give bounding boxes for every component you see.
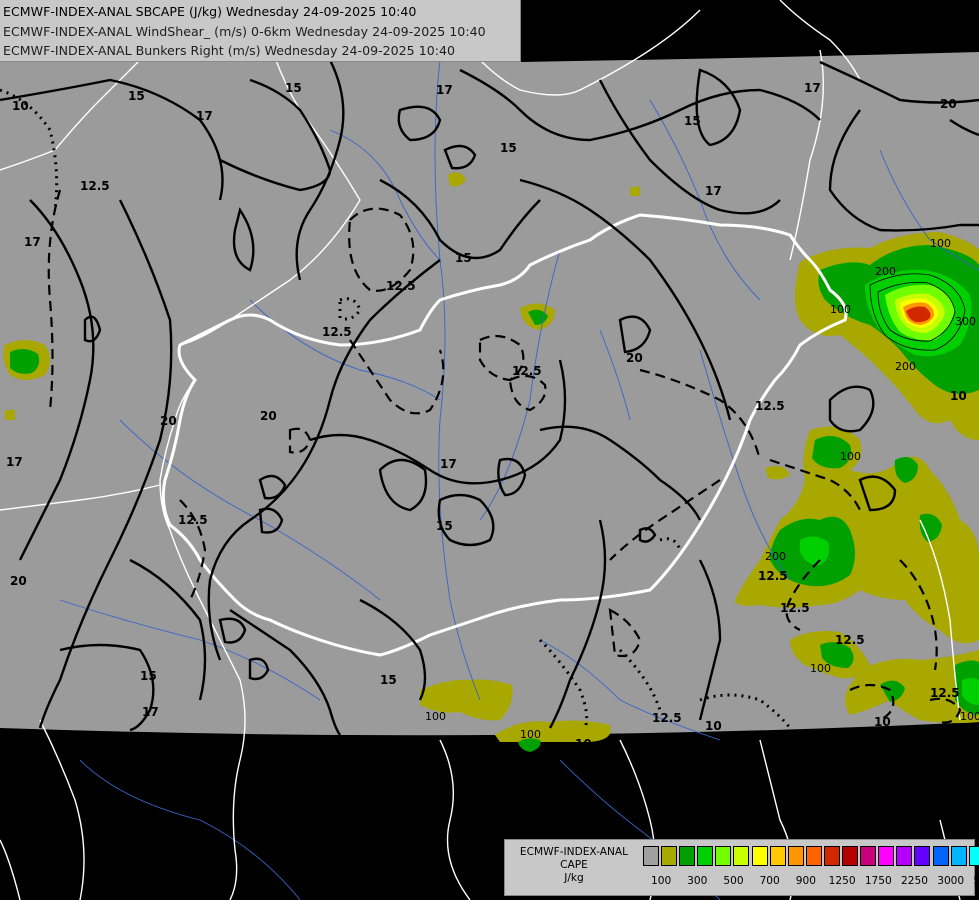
shear-label: 12.5 <box>80 179 110 193</box>
weather-map[interactable]: 10 15 17 20 17 12.5 17 20 15 17 15 12.5 … <box>0 0 979 900</box>
shear-label: 20 <box>626 351 643 365</box>
cape-label: 200 <box>875 265 896 278</box>
cape-label: 100 <box>810 662 831 675</box>
shear-label: 15 <box>684 114 701 128</box>
legend-swatch <box>643 846 659 866</box>
shear-label: 10 <box>705 719 722 733</box>
shear-label: 17 <box>6 455 23 469</box>
legend-title-source: ECMWF-INDEX-ANAL <box>519 846 629 858</box>
legend-swatches <box>643 846 979 866</box>
shear-label: 20 <box>10 574 27 588</box>
legend-swatch <box>968 846 979 866</box>
shear-label: 17 <box>440 457 457 471</box>
cape-label: 200 <box>765 550 786 563</box>
legend-swatch <box>860 846 877 866</box>
legend-swatch <box>661 846 678 866</box>
legend-swatch <box>715 846 732 866</box>
map-header: ECMWF-INDEX-ANAL SBCAPE (J/kg) Wednesday… <box>0 0 521 62</box>
shear-label: 12.5 <box>755 399 785 413</box>
legend-tick-label: 1250 <box>828 875 856 887</box>
shear-label: 17 <box>804 81 821 95</box>
legend-tick-label: 900 <box>795 875 817 887</box>
cape-label: 100 <box>840 450 861 463</box>
legend-swatch <box>932 846 949 866</box>
legend-swatch <box>823 846 840 866</box>
shear-label: 15 <box>285 81 302 95</box>
legend-tick-label: 5000 <box>973 875 979 887</box>
legend-swatch <box>896 846 913 866</box>
shear-label: 12.5 <box>780 601 810 615</box>
legend-title-unit: J/kg <box>564 872 584 884</box>
legend-tick-label: 500 <box>723 875 744 887</box>
shear-label: 17 <box>436 83 453 97</box>
shear-label: 17 <box>705 184 722 198</box>
legend-swatch <box>878 846 895 866</box>
shear-label: 15 <box>380 673 397 687</box>
shear-label: 17 <box>196 109 213 123</box>
legend-title: ECMWF-INDEX-ANAL CAPE J/kg <box>507 846 641 885</box>
shear-label: 15 <box>455 251 472 265</box>
shear-label: 15 <box>500 141 517 155</box>
cape-label: 200 <box>895 360 916 373</box>
header-line-sbcape: ECMWF-INDEX-ANAL SBCAPE (J/kg) Wednesday… <box>3 4 417 19</box>
shear-label: 10 <box>12 99 29 113</box>
cape-legend: ECMWF-INDEX-ANAL CAPE J/kg 100 300 500 700 9… <box>504 839 979 896</box>
shear-label: 17 <box>24 235 41 249</box>
shear-label: 12.5 <box>835 633 865 647</box>
legend-title-variable: CAPE <box>560 859 588 871</box>
legend-tick-label: 100 <box>650 875 672 887</box>
legend-tick-label: 300 <box>687 875 708 887</box>
legend-swatch <box>842 846 859 866</box>
cape-label: 100 <box>830 303 851 316</box>
shear-label: 10 <box>874 715 891 729</box>
shear-label: 10 <box>950 389 967 403</box>
shear-label: 12.5 <box>652 711 682 725</box>
cape-label: 100 <box>425 710 446 723</box>
legend-tick-label: 1750 <box>864 875 892 887</box>
shear-label: 17 <box>142 705 159 719</box>
header-line-bunkers: ECMWF-INDEX-ANAL Bunkers Right (m/s) Wed… <box>3 43 455 58</box>
shear-label: 20 <box>160 414 177 428</box>
shear-label: 15 <box>436 519 453 533</box>
shear-label: 10 <box>575 737 592 751</box>
cape-label: 100 <box>930 237 951 250</box>
legend-swatch <box>914 846 931 866</box>
legend-swatch <box>751 846 768 866</box>
shear-label: 20 <box>940 97 957 111</box>
shear-label: 20 <box>260 409 277 423</box>
legend-ticks: 100 300 500 700 900 1250 1750 2250 3000 5000 <box>639 875 979 889</box>
shear-label: 15 <box>128 89 145 103</box>
legend-tick-label: 3000 <box>937 875 965 887</box>
legend-swatch <box>697 846 714 866</box>
legend-swatch <box>733 846 750 866</box>
map-area[interactable]: 10 15 17 20 17 12.5 17 20 15 17 15 12.5 … <box>0 0 979 900</box>
shear-label: 12.5 <box>178 513 208 527</box>
legend-swatch <box>950 846 967 866</box>
cape-label: 100 <box>960 710 979 723</box>
header-line-windshear: ECMWF-INDEX-ANAL WindShear_ (m/s) 0-6km … <box>3 23 486 39</box>
shear-label: 12.5 <box>758 569 788 583</box>
legend-tick-label: 700 <box>759 875 780 887</box>
legend-swatch <box>679 846 696 866</box>
shear-label: 12.5 <box>930 686 960 700</box>
shear-label: 12.5 <box>512 364 542 378</box>
cape-label: 100 <box>520 728 541 741</box>
legend-tick-label: 2250 <box>901 875 928 887</box>
legend-swatch <box>805 846 822 866</box>
shear-label: 12.5 <box>322 325 352 339</box>
legend-swatch <box>787 846 804 866</box>
shear-label: 15 <box>140 669 157 683</box>
legend-swatch <box>769 846 786 866</box>
cape-label: 300 <box>955 315 976 328</box>
shear-label: 12.5 <box>386 279 416 293</box>
